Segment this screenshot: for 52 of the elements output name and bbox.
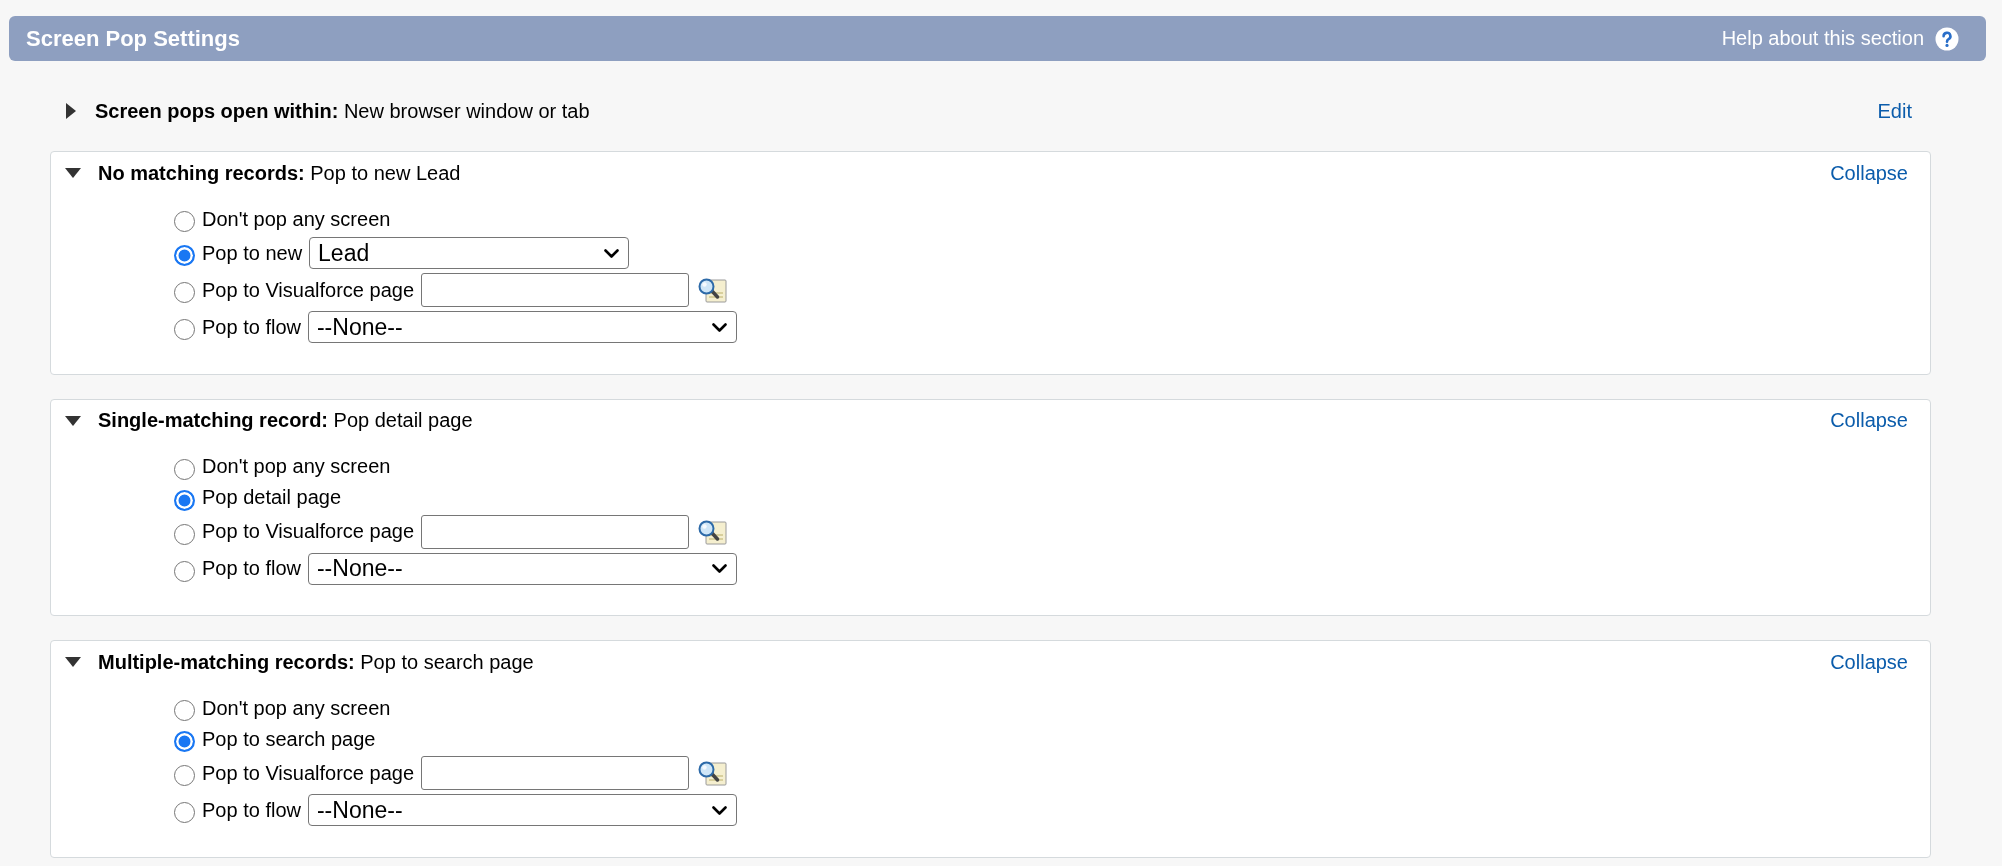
setting-summary: Single-matching record: Pop detail page xyxy=(98,409,473,432)
help-icon[interactable] xyxy=(1935,26,1959,51)
option-label: Pop to flow xyxy=(202,798,301,822)
radio-button[interactable] xyxy=(174,211,195,232)
radio-button[interactable] xyxy=(174,282,195,303)
edit-link[interactable]: Edit xyxy=(1877,99,1912,123)
radio-button[interactable] xyxy=(174,802,195,823)
collapse-link[interactable]: Collapse xyxy=(1830,409,1908,432)
flow-dropdown[interactable]: --None-- xyxy=(307,794,737,826)
option-label: Don't pop any screen xyxy=(202,207,391,231)
option-label: Pop detail page xyxy=(202,486,341,509)
option-label: Pop to Visualforce page xyxy=(202,761,414,785)
radio-button[interactable] xyxy=(174,489,195,511)
setting-summary: Screen pops open within: New browser window or tab xyxy=(95,99,590,123)
search-icon[interactable] xyxy=(697,760,727,786)
flow-dropdown[interactable]: --None-- xyxy=(307,311,737,343)
option-label: Pop to Visualforce page xyxy=(202,520,414,543)
option-label: Pop to flow xyxy=(202,557,301,580)
visualforce-page-input[interactable] xyxy=(421,756,689,790)
disclosure-triangle-icon[interactable] xyxy=(65,168,81,178)
radio-button[interactable] xyxy=(174,319,195,340)
flow-dropdown[interactable]: --None-- xyxy=(307,552,737,585)
radio-button[interactable] xyxy=(174,523,195,545)
search-icon[interactable] xyxy=(697,277,727,303)
option-label: Pop to flow xyxy=(202,315,301,339)
radio-button[interactable] xyxy=(174,245,195,266)
disclosure-triangle-icon[interactable] xyxy=(65,657,81,667)
chevron-down-icon xyxy=(711,805,727,815)
radio-button[interactable] xyxy=(174,560,195,582)
radio-button[interactable] xyxy=(174,765,195,786)
option-label: Pop to new xyxy=(202,241,303,265)
setting-summary: No matching records: Pop to new Lead xyxy=(98,161,461,185)
option-label: Don't pop any screen xyxy=(202,455,391,478)
chevron-down-icon xyxy=(711,564,727,573)
radio-button[interactable] xyxy=(174,700,195,721)
search-icon[interactable] xyxy=(697,518,727,545)
chevron-down-icon xyxy=(604,248,620,258)
visualforce-page-input[interactable] xyxy=(421,273,689,307)
record-type-dropdown[interactable]: Lead xyxy=(309,237,630,269)
option-label: Don't pop any screen xyxy=(202,696,391,720)
chevron-down-icon xyxy=(711,322,727,332)
disclosure-triangle-icon[interactable] xyxy=(66,103,76,119)
collapse-link[interactable]: Collapse xyxy=(1830,650,1908,674)
disclosure-triangle-icon[interactable] xyxy=(65,415,81,426)
option-label: Pop to Visualforce page xyxy=(202,278,414,302)
setting-summary: Multiple-matching records: Pop to search page xyxy=(98,650,534,674)
section-title: Screen Pop Settings xyxy=(26,25,240,52)
visualforce-page-input[interactable] xyxy=(421,514,689,549)
collapse-link[interactable]: Collapse xyxy=(1830,161,1908,185)
radio-button[interactable] xyxy=(174,458,195,480)
option-label: Pop to search page xyxy=(202,727,376,751)
radio-button[interactable] xyxy=(174,731,195,752)
